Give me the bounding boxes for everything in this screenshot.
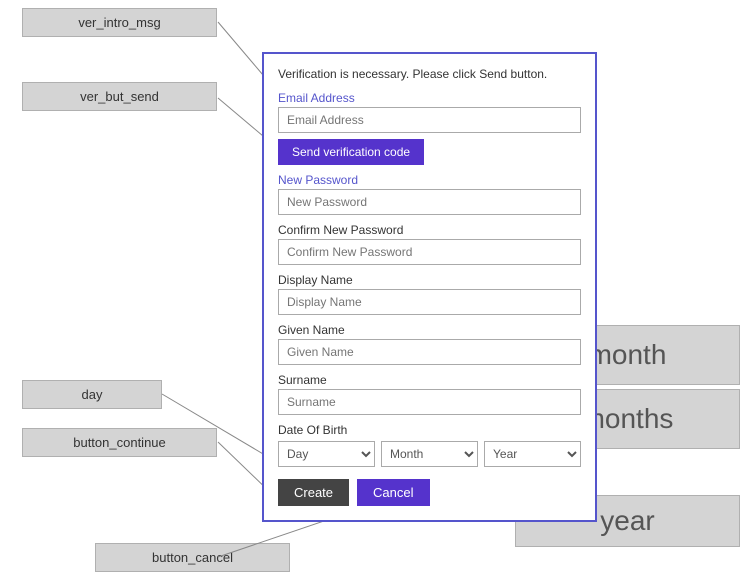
email-label: Email Address [278,91,581,105]
given-input[interactable] [278,339,581,365]
send-verification-button[interactable]: Send verification code [278,139,424,165]
create-button[interactable]: Create [278,479,349,506]
surname-label: Surname [278,373,581,387]
cancel-button[interactable]: Cancel [357,479,429,506]
confirm-label: Confirm New Password [278,223,581,237]
year-select[interactable]: Year 2024202320222021 2020201020001990 1… [484,441,581,467]
password-input[interactable] [278,189,581,215]
dob-label: Date Of Birth [278,423,581,437]
month-select[interactable]: Month JanuaryFebruaryMarch AprilMayJune … [381,441,478,467]
day-select[interactable]: Day 12345 678910 1112131415 1617181920 2… [278,441,375,467]
form-panel: Verification is necessary. Please click … [262,52,597,522]
display-label: Display Name [278,273,581,287]
action-row: Create Cancel [278,479,581,506]
button-continue-label: button_continue [22,428,217,457]
password-label: New Password [278,173,581,187]
display-input[interactable] [278,289,581,315]
given-label: Given Name [278,323,581,337]
ver-intro-msg-label: ver_intro_msg [22,8,217,37]
date-row: Day 12345 678910 1112131415 1617181920 2… [278,441,581,467]
intro-text: Verification is necessary. Please click … [278,66,581,83]
day-label: day [22,380,162,409]
confirm-input[interactable] [278,239,581,265]
surname-input[interactable] [278,389,581,415]
email-input[interactable] [278,107,581,133]
ver-but-send-label: ver_but_send [22,82,217,111]
button-cancel-label: button_cancel [95,543,290,572]
